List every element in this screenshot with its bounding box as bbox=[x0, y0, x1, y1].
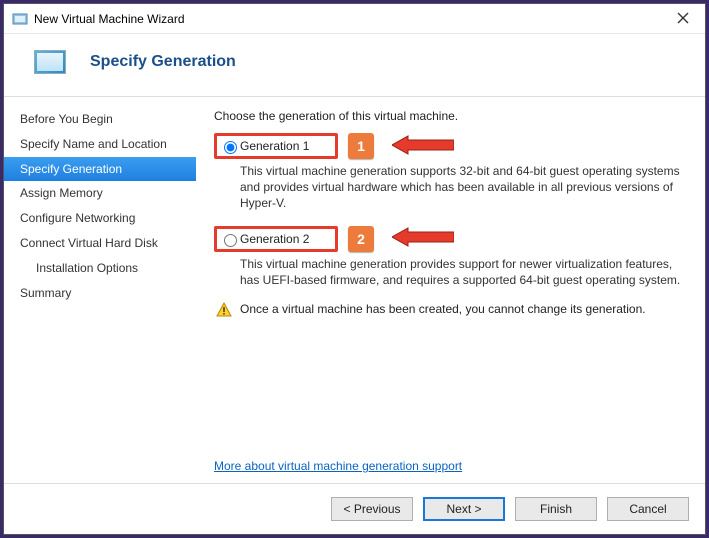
generation-2-description: This virtual machine generation provides… bbox=[240, 256, 687, 288]
help-link[interactable]: More about virtual machine generation su… bbox=[214, 459, 462, 473]
generation-1-radio[interactable] bbox=[224, 141, 237, 154]
next-button[interactable]: Next > bbox=[423, 497, 505, 521]
sidebar-step[interactable]: Summary bbox=[4, 281, 196, 306]
sidebar-step[interactable]: Specify Generation bbox=[4, 157, 196, 182]
sidebar-step[interactable]: Connect Virtual Hard Disk bbox=[4, 231, 196, 256]
wizard-window: New Virtual Machine Wizard Specify Gener… bbox=[3, 3, 706, 535]
warning-text: Once a virtual machine has been created,… bbox=[240, 302, 646, 316]
sidebar: Before You BeginSpecify Name and Locatio… bbox=[4, 97, 196, 483]
wizard-header: Specify Generation bbox=[4, 34, 705, 96]
close-icon[interactable] bbox=[669, 11, 697, 27]
generation-1-label[interactable]: Generation 1 bbox=[240, 139, 309, 153]
sidebar-step[interactable]: Specify Name and Location bbox=[4, 132, 196, 157]
option-row-1: Generation 1 1 bbox=[214, 133, 687, 159]
sidebar-step[interactable]: Installation Options bbox=[4, 256, 196, 281]
generation-1-description: This virtual machine generation supports… bbox=[240, 163, 687, 212]
page-title: Specify Generation bbox=[90, 53, 236, 71]
generation-2-radio[interactable] bbox=[224, 234, 237, 247]
generation-2-highlight: Generation 2 bbox=[214, 226, 338, 252]
window-title: New Virtual Machine Wizard bbox=[34, 12, 185, 26]
intro-text: Choose the generation of this virtual ma… bbox=[214, 109, 687, 123]
generation-1-highlight: Generation 1 bbox=[214, 133, 338, 159]
cancel-button[interactable]: Cancel bbox=[607, 497, 689, 521]
warning-icon bbox=[216, 302, 232, 318]
wizard-header-icon bbox=[34, 50, 66, 74]
sidebar-step[interactable]: Assign Memory bbox=[4, 181, 196, 206]
callout-badge-2: 2 bbox=[348, 226, 374, 252]
warning-row: Once a virtual machine has been created,… bbox=[216, 302, 687, 318]
generation-2-label[interactable]: Generation 2 bbox=[240, 232, 309, 246]
option-row-2: Generation 2 2 bbox=[214, 226, 687, 252]
titlebar: New Virtual Machine Wizard bbox=[4, 4, 705, 34]
arrow-icon bbox=[392, 135, 454, 158]
arrow-icon bbox=[392, 227, 454, 250]
sidebar-step[interactable]: Before You Begin bbox=[4, 107, 196, 132]
help-link-row: More about virtual machine generation su… bbox=[214, 459, 462, 473]
sidebar-step[interactable]: Configure Networking bbox=[4, 206, 196, 231]
wizard-footer: < Previous Next > Finish Cancel bbox=[4, 484, 705, 534]
content-pane: Choose the generation of this virtual ma… bbox=[196, 97, 705, 483]
previous-button[interactable]: < Previous bbox=[331, 497, 413, 521]
finish-button[interactable]: Finish bbox=[515, 497, 597, 521]
wizard-body: Before You BeginSpecify Name and Locatio… bbox=[4, 96, 705, 484]
callout-badge-1: 1 bbox=[348, 133, 374, 159]
app-icon bbox=[12, 11, 28, 27]
